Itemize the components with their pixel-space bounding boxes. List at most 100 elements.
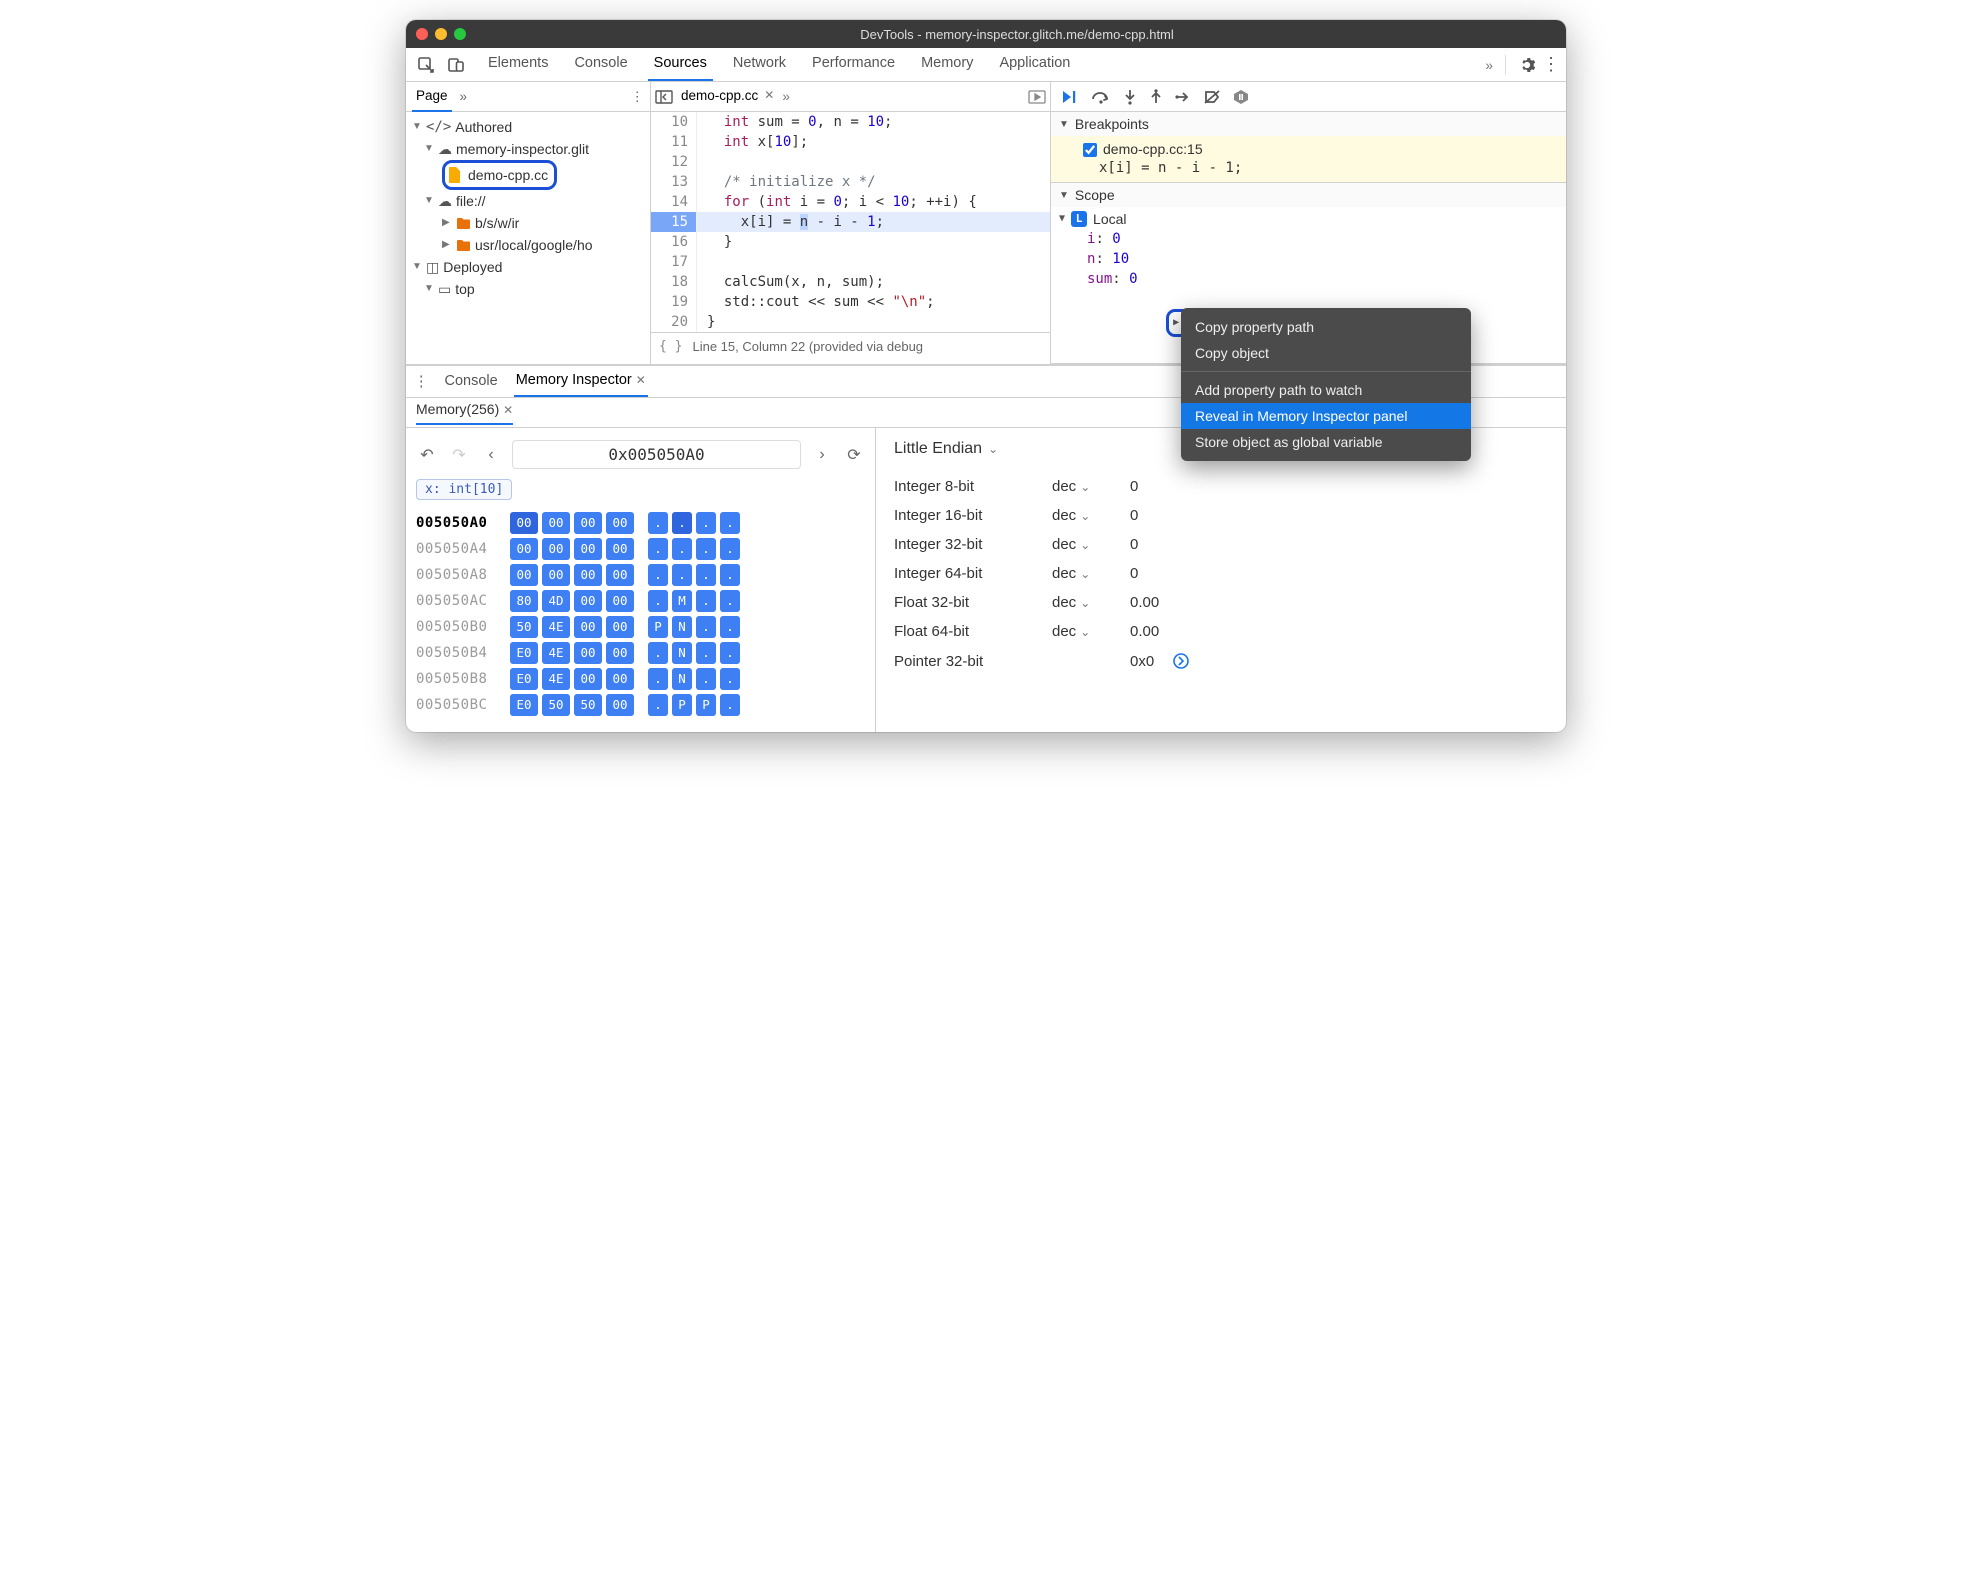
value-row: Integer 8-bitdec⌄0	[894, 472, 1548, 501]
hex-row[interactable]: 005050B8E04E0000.N..	[416, 666, 865, 692]
editor-more-tabs-icon[interactable]: »	[782, 89, 790, 104]
scope-local-header[interactable]: ▼LLocal	[1059, 209, 1560, 229]
breakpoints-header[interactable]: ▼Breakpoints	[1051, 112, 1566, 136]
tab-performance[interactable]: Performance	[806, 48, 901, 81]
deactivate-breakpoints-icon[interactable]	[1203, 89, 1221, 105]
resume-icon[interactable]	[1061, 89, 1079, 105]
format-select[interactable]: dec⌄	[1052, 507, 1112, 524]
drawer-tab-console[interactable]: Console	[443, 367, 500, 396]
hex-row[interactable]: 005050A800000000....	[416, 562, 865, 588]
undo-icon[interactable]: ↶	[416, 445, 438, 465]
scope-var-n[interactable]: n: 10	[1059, 249, 1560, 269]
debugger-toolbar	[1051, 82, 1566, 112]
minimize-window-button[interactable]	[435, 28, 447, 40]
hex-row[interactable]: 005050B0504E0000PN..	[416, 614, 865, 640]
code-line[interactable]: 10 int sum = 0, n = 10;	[651, 112, 1050, 132]
zoom-window-button[interactable]	[454, 28, 466, 40]
editor-tab-current[interactable]: demo-cpp.cc ✕	[679, 83, 776, 111]
close-tab-icon[interactable]: ✕	[764, 88, 774, 102]
pretty-print-icon[interactable]: { }	[659, 339, 682, 354]
device-toolbar-icon[interactable]	[442, 51, 470, 79]
scope-var-i[interactable]: i: 0	[1059, 229, 1560, 249]
hex-row[interactable]: 005050A000000000....	[416, 510, 865, 536]
hex-row[interactable]: 005050AC804D0000.M..	[416, 588, 865, 614]
redo-icon[interactable]: ↷	[448, 445, 470, 465]
jump-to-address-icon[interactable]	[1172, 652, 1190, 670]
context-menu-item[interactable]: Copy property path	[1181, 314, 1471, 340]
tree-folder-2[interactable]: ▶usr/local/google/ho	[408, 234, 648, 256]
hex-row[interactable]: 005050B4E04E0000.N..	[416, 640, 865, 666]
value-label: Integer 32-bit	[894, 536, 1034, 553]
code-line[interactable]: 20}	[651, 312, 1050, 332]
tree-deployed[interactable]: ▼◫Deployed	[408, 256, 648, 278]
pause-on-exceptions-icon[interactable]	[1233, 89, 1249, 105]
code-line[interactable]: 15 x[i] = n - i - 1;	[651, 212, 1050, 232]
format-select[interactable]: dec⌄	[1052, 594, 1112, 611]
format-select[interactable]: dec⌄	[1052, 623, 1112, 640]
format-select[interactable]: dec⌄	[1052, 478, 1112, 495]
value-text: 0x0	[1130, 653, 1154, 670]
navigator-more-icon[interactable]: »	[460, 89, 468, 104]
code-line[interactable]: 18 calcSum(x, n, sum);	[651, 272, 1050, 292]
tree-top-frame[interactable]: ▼▭top	[408, 278, 648, 300]
more-tabs-icon[interactable]: »	[1485, 57, 1493, 73]
context-menu-item[interactable]: Reveal in Memory Inspector panel	[1181, 403, 1471, 429]
highlight-chip[interactable]: x: int[10]	[416, 479, 512, 500]
drawer-tab-memory-inspector[interactable]: Memory Inspector✕	[514, 366, 648, 397]
hex-row[interactable]: 005050BCE0505000.PP.	[416, 692, 865, 718]
run-snippet-icon[interactable]	[1028, 90, 1046, 104]
step-icon[interactable]	[1175, 89, 1191, 105]
address-input[interactable]: 0x005050A0	[512, 440, 801, 469]
tree-file-scheme[interactable]: ▼☁file://	[408, 190, 648, 212]
toggle-navigator-icon[interactable]	[655, 90, 673, 104]
refresh-icon[interactable]: ⟳	[843, 445, 865, 465]
prev-page-icon[interactable]: ‹	[480, 446, 502, 464]
memory-tab[interactable]: Memory(256) ✕	[416, 401, 513, 425]
context-menu-item[interactable]: Copy object	[1181, 340, 1471, 366]
tree-domain[interactable]: ▼☁memory-inspector.glit	[408, 138, 648, 160]
format-select[interactable]: dec⌄	[1052, 536, 1112, 553]
code-line[interactable]: 12	[651, 152, 1050, 172]
value-text: 0	[1130, 565, 1138, 582]
code-line[interactable]: 11 int x[10];	[651, 132, 1050, 152]
tab-memory[interactable]: Memory	[915, 48, 979, 81]
breakpoint-item[interactable]: demo-cpp.cc:15 x[i] = n - i - 1;	[1051, 136, 1566, 182]
navigator-tab-page[interactable]: Page	[412, 82, 452, 112]
window-controls	[416, 28, 466, 40]
step-over-icon[interactable]	[1091, 89, 1111, 105]
drawer-menu-icon[interactable]: ⋮	[414, 374, 429, 390]
tree-authored[interactable]: ▼</>Authored	[408, 116, 648, 138]
tab-console[interactable]: Console	[568, 48, 633, 81]
step-into-icon[interactable]	[1123, 89, 1137, 105]
tree-folder-1[interactable]: ▶b/s/w/ir	[408, 212, 648, 234]
context-menu-item[interactable]: Store object as global variable	[1181, 429, 1471, 455]
code-line[interactable]: 16 }	[651, 232, 1050, 252]
next-page-icon[interactable]: ›	[811, 446, 833, 464]
code-line[interactable]: 17	[651, 252, 1050, 272]
tree-file-demo-cpp[interactable]: demo-cpp.cc	[408, 160, 648, 190]
navigator-menu-icon[interactable]: ⋮	[631, 89, 645, 105]
hex-dump[interactable]: 005050A000000000....005050A400000000....…	[416, 510, 865, 718]
kebab-menu-icon[interactable]: ⋮	[1542, 54, 1560, 75]
tab-application[interactable]: Application	[993, 48, 1076, 81]
step-out-icon[interactable]	[1149, 89, 1163, 105]
scope-header[interactable]: ▼Scope	[1051, 183, 1566, 207]
close-drawer-tab-icon[interactable]: ✕	[636, 373, 646, 387]
tab-sources[interactable]: Sources	[648, 48, 713, 81]
scope-var-sum[interactable]: sum: 0	[1059, 269, 1560, 289]
value-label: Integer 8-bit	[894, 478, 1034, 495]
breakpoint-checkbox[interactable]	[1083, 143, 1097, 157]
close-memory-tab-icon[interactable]: ✕	[503, 403, 513, 417]
code-line[interactable]: 14 for (int i = 0; i < 10; ++i) {	[651, 192, 1050, 212]
format-select[interactable]: dec⌄	[1052, 565, 1112, 582]
tab-elements[interactable]: Elements	[482, 48, 554, 81]
code-line[interactable]: 19 std::cout << sum << "\n";	[651, 292, 1050, 312]
code-editor[interactable]: 10 int sum = 0, n = 10;11 int x[10];12 1…	[651, 112, 1050, 332]
context-menu-item[interactable]: Add property path to watch	[1181, 377, 1471, 403]
code-line[interactable]: 13 /* initialize x */	[651, 172, 1050, 192]
tab-network[interactable]: Network	[727, 48, 792, 81]
hex-row[interactable]: 005050A400000000....	[416, 536, 865, 562]
settings-icon[interactable]	[1518, 56, 1536, 74]
inspect-element-icon[interactable]	[412, 51, 440, 79]
close-window-button[interactable]	[416, 28, 428, 40]
